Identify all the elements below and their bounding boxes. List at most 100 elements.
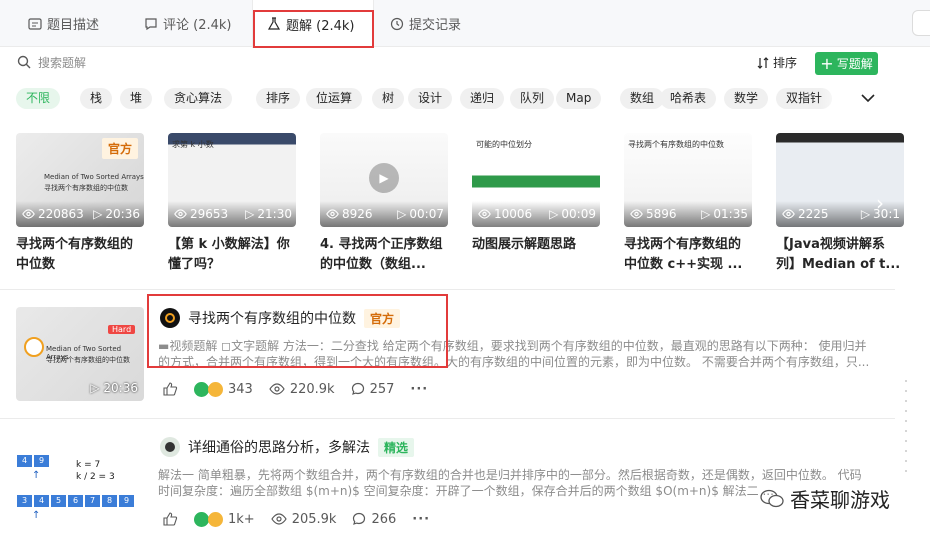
array-cell: 4 <box>33 494 50 508</box>
avatar[interactable] <box>160 308 180 328</box>
tab-comments[interactable]: 评论 (2.4k) <box>144 0 231 47</box>
video-card[interactable]: 寻找两个有序数组的中位数 5896 ▷ 01:35 寻找两个有序数组的中位数 c++实… <box>624 133 752 275</box>
tag-filter[interactable]: 数学 <box>724 88 769 109</box>
divider <box>0 418 895 419</box>
video-title[interactable]: 寻找两个有序数组的中位数 c++实现 ... <box>624 235 752 275</box>
video-duration: ▷ 01:35 <box>701 207 748 221</box>
sort-button[interactable]: 排序 <box>757 54 797 71</box>
video-thumbnail[interactable]: 官方 Median of Two Sorted Arrays 寻找两个有序数组的中位… <box>16 133 144 227</box>
video-title[interactable]: 【Java视频讲解系列】Median of t... <box>776 235 904 275</box>
views-text: 29653 <box>190 207 229 221</box>
video-card[interactable]: 官方 Median of Two Sorted Arrays 寻找两个有序数组的中位… <box>16 133 144 275</box>
solution-thumbnail[interactable]: 49 k = 7 k / 2 = 3 ↑ 3456789 ↑ <box>16 446 144 530</box>
video-card[interactable]: 可能的中位划分 10006 ▷ 00:09 动图展示解题思路 <box>472 133 600 275</box>
eye-icon <box>269 383 285 395</box>
tab-description[interactable]: 题目描述 <box>28 0 99 47</box>
duration-text: 20:36 <box>105 207 140 221</box>
array-bottom: 3456789 <box>16 494 135 508</box>
reactions[interactable]: 343 <box>194 381 253 397</box>
watermark-text: 香菜聊游戏 <box>790 488 890 512</box>
play-icon[interactable]: ▶ <box>369 163 399 193</box>
video-duration: ▷ 20:36 <box>90 381 138 395</box>
tag-filter[interactable]: 贪心算法 <box>164 88 233 109</box>
scrollbar[interactable] <box>905 380 909 490</box>
video-card[interactable]: 求第 k 小数 29653 ▷ 21:30 【第 k 小数解法】你懂了吗？ <box>168 133 296 275</box>
chevron-down-icon[interactable] <box>858 88 878 108</box>
like-button[interactable] <box>162 381 178 397</box>
tag-filter[interactable]: 数组 <box>620 88 665 109</box>
description-icon <box>28 17 42 30</box>
comment-count[interactable]: 266 <box>352 512 396 527</box>
views-text: 220.9k <box>289 381 335 397</box>
panel-toggle-button[interactable] <box>912 10 930 36</box>
video-meta: 8926 ▷ 00:07 <box>320 201 448 227</box>
video-title[interactable]: 动图展示解题思路 <box>472 235 600 275</box>
tag-filter[interactable]: 队列 <box>510 88 555 109</box>
tab-submissions[interactable]: 提交记录 <box>390 0 461 47</box>
video-thumbnail[interactable]: 可能的中位划分 10006 ▷ 00:09 <box>472 133 600 227</box>
carousel-next-button[interactable]: › <box>868 188 892 218</box>
more-options-icon[interactable]: ··· <box>412 512 430 527</box>
user-avatar-icon <box>165 442 175 452</box>
video-card[interactable]: ▶ 8926 ▷ 00:07 4. 寻找两个正序数组的中位数（数组... <box>320 133 448 275</box>
eye-icon <box>326 209 339 219</box>
video-thumbnail[interactable]: 求第 k 小数 29653 ▷ 21:30 <box>168 133 296 227</box>
tag-filter[interactable]: 哈希表 <box>660 88 717 109</box>
solution-title[interactable]: 寻找两个有序数组的中位数 <box>188 308 356 328</box>
video-title[interactable]: 4. 寻找两个正序数组的中位数（数组... <box>320 235 448 275</box>
solution-summary[interactable]: ▬视频题解 ◻文字题解 方法一：二分查找 给定两个有序数组，要求找到两个有序数组… <box>158 338 870 370</box>
solution-stats: 343 220.9k 257 ··· <box>162 379 444 399</box>
tag-filter[interactable]: 不限 <box>16 88 61 109</box>
video-meta: 29653 ▷ 21:30 <box>168 201 296 227</box>
video-meta: 10006 ▷ 00:09 <box>472 201 600 227</box>
duration-text: 20:36 <box>103 381 138 395</box>
more-options-icon[interactable]: ··· <box>410 382 428 397</box>
video-thumbnail[interactable]: ▶ 8926 ▷ 00:07 <box>320 133 448 227</box>
k-half-label: k / 2 = 3 <box>76 472 115 482</box>
array-cell: 5 <box>50 494 67 508</box>
tab-submissions-label: 提交记录 <box>409 18 462 33</box>
flask-icon <box>267 17 281 30</box>
video-duration: ▷ 20:36 <box>93 207 140 221</box>
thumbnail-en-title: Median of Two Sorted Arrays <box>44 173 144 181</box>
search-icon <box>17 55 31 69</box>
reactions[interactable]: 1k+ <box>194 511 255 527</box>
tag-filter[interactable]: 堆 <box>120 88 153 109</box>
solution-title[interactable]: 详细通俗的思路分析，多解法 <box>188 437 370 457</box>
leetcode-logo-icon <box>165 313 175 323</box>
write-solution-label: 写题解 <box>836 57 873 71</box>
eye-icon <box>174 209 187 219</box>
video-thumbnail[interactable]: 寻找两个有序数组的中位数 5896 ▷ 01:35 <box>624 133 752 227</box>
eye-icon <box>782 209 795 219</box>
comment-bubble-icon <box>353 512 366 525</box>
search-input[interactable] <box>38 53 338 73</box>
thumbs-up-icon <box>163 382 178 396</box>
tag-filter[interactable]: 树 <box>372 88 405 109</box>
tab-solutions[interactable]: 题解 (2.4k) <box>252 0 374 48</box>
avatar[interactable] <box>160 437 180 457</box>
comment-count[interactable]: 257 <box>351 382 394 397</box>
official-badge: 官方 <box>364 308 401 328</box>
view-count: 220863 <box>22 207 84 221</box>
like-button[interactable] <box>162 511 178 527</box>
tag-filter[interactable]: 位运算 <box>306 88 363 109</box>
official-badge: 官方 <box>101 138 138 159</box>
tag-filter[interactable]: Map <box>556 88 602 109</box>
video-title[interactable]: 寻找两个有序数组的中位数 <box>16 235 144 275</box>
tag-filter[interactable]: 递归 <box>460 88 505 109</box>
view-count: 10006 <box>478 207 532 221</box>
tag-filter[interactable]: 设计 <box>408 88 453 109</box>
thumbnail-caption: 可能的中位划分 <box>476 140 532 149</box>
solution-thumbnail[interactable]: Hard Median of Two Sorted Arrays 寻找两个有序数… <box>16 307 144 401</box>
comment-bubble-icon <box>351 382 364 395</box>
search-row: 排序 + 写题解 <box>0 48 895 78</box>
tag-filter[interactable]: 栈 <box>80 88 113 109</box>
tab-description-label: 题目描述 <box>47 18 100 33</box>
duration-text: 00:07 <box>409 207 444 221</box>
video-title[interactable]: 【第 k 小数解法】你懂了吗？ <box>168 235 296 275</box>
write-solution-button[interactable]: + 写题解 <box>815 52 878 75</box>
video-duration: ▷ 21:30 <box>245 207 292 221</box>
tag-filter[interactable]: 排序 <box>256 88 301 109</box>
array-cell: 6 <box>67 494 84 508</box>
video-meta: 220863 ▷ 20:36 <box>16 201 144 227</box>
